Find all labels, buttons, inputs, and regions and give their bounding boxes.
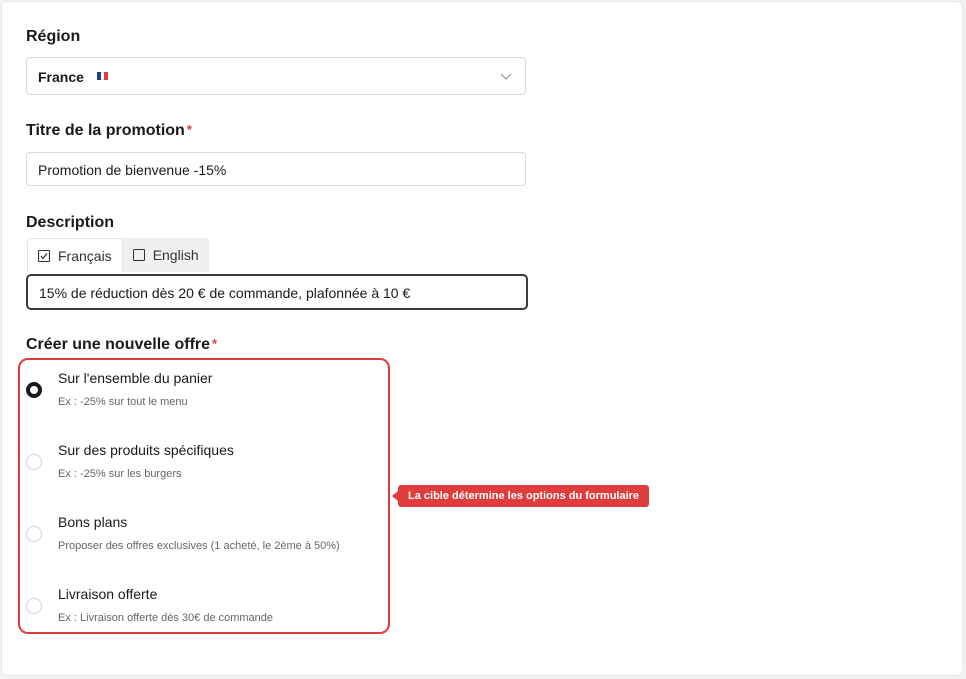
region-label: Région — [26, 28, 81, 45]
required-mark: * — [212, 336, 218, 351]
chevron-down-icon — [500, 73, 512, 80]
checkbox-checked-icon — [38, 249, 50, 262]
region-select[interactable]: France — [26, 57, 526, 95]
annotation-tooltip: La cible détermine les options du formul… — [391, 485, 650, 507]
tab-english[interactable]: English — [122, 238, 209, 272]
france-flag-icon — [97, 72, 109, 80]
offer-label: Créer une nouvelle offre * — [26, 336, 218, 353]
description-label: Description — [26, 214, 115, 231]
checkbox-unchecked-icon — [132, 249, 145, 261]
required-mark: * — [186, 122, 192, 137]
promotion-title-input[interactable]: Promotion de bienvenue -15% — [26, 152, 526, 186]
tab-francais[interactable]: Français — [27, 238, 123, 272]
region-selected-value: France — [38, 69, 84, 85]
description-input[interactable]: 15% de réduction dès 20 € de commande, p… — [26, 274, 528, 310]
offers-highlight-box — [18, 358, 390, 634]
language-tabs: Français English — [27, 238, 209, 272]
promotion-title-label: Titre de la promotion * — [26, 122, 192, 139]
